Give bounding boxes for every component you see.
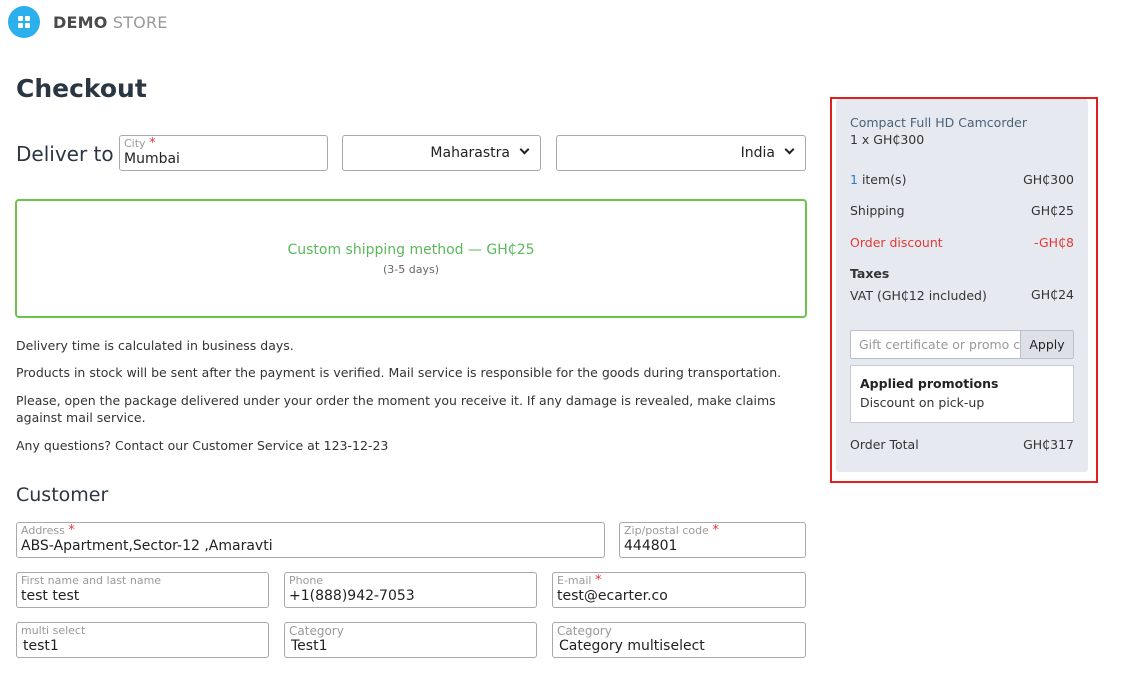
country-select-value: India xyxy=(740,145,775,161)
applied-promotions: Applied promotions Discount on pick-up xyxy=(850,365,1074,423)
store-brand[interactable]: DEMO STORE xyxy=(53,13,168,32)
brand-bold: DEMO xyxy=(53,12,108,32)
multi-select-label: multi select xyxy=(21,624,86,637)
deliver-to-label: Deliver to xyxy=(16,142,114,166)
apply-promo-button[interactable]: Apply xyxy=(1020,331,1073,358)
info-text: Delivery time is calculated in business … xyxy=(16,338,294,353)
address-field-value: ABS-Apartment,Sector-12 ,Amaravti xyxy=(21,538,273,554)
brand-light: STORE xyxy=(112,12,168,32)
city-field-value: Mumbai xyxy=(124,151,180,167)
items-label: item(s) xyxy=(861,172,907,187)
promo-code-input[interactable]: Gift certificate or promo code xyxy=(859,337,1021,352)
multi-select-field[interactable]: multi select test1 xyxy=(16,622,269,658)
category-field-value: Test1 xyxy=(291,638,328,654)
info-text: Any questions? Contact our Customer Serv… xyxy=(16,438,389,453)
order-total-value: GH₵317 xyxy=(1023,437,1074,452)
name-field-label: First name and last name xyxy=(21,574,162,587)
deliver-to-row: Deliver to City * Mumbai Maharastra Indi… xyxy=(16,135,806,171)
shipping-method-days: (3-5 days) xyxy=(382,263,439,276)
store-logo-icon[interactable] xyxy=(8,6,40,38)
order-summary: Compact Full HD Camcorder 1 x GH₵300 1 i… xyxy=(836,99,1088,472)
order-total-label: Order Total xyxy=(850,437,919,452)
email-field-value: test@ecarter.co xyxy=(557,588,668,604)
product-name[interactable]: Compact Full HD Camcorder xyxy=(850,115,1027,130)
name-field[interactable]: First name and last name test test xyxy=(16,572,269,608)
category-field-label: Category xyxy=(289,624,344,638)
state-select-value: Maharastra xyxy=(430,145,510,161)
page-title: Checkout xyxy=(16,74,147,103)
shipping-value: GH₵25 xyxy=(1031,203,1074,218)
category-field[interactable]: Category Test1 xyxy=(284,622,537,658)
state-select[interactable]: Maharastra xyxy=(342,135,541,171)
store-header: DEMO STORE xyxy=(8,6,168,38)
phone-field-label: Phone xyxy=(289,574,324,587)
info-text: Please, open the package delivered under… xyxy=(16,393,776,425)
email-field[interactable]: E-mail * test@ecarter.co xyxy=(552,572,806,608)
applied-promotions-title: Applied promotions xyxy=(860,376,999,391)
city-field-label: City * xyxy=(124,136,156,151)
zip-field-label: Zip/postal code * xyxy=(624,523,719,538)
email-field-label: E-mail * xyxy=(557,573,602,588)
category-multiselect-field[interactable]: Category Category multiselect xyxy=(552,622,806,658)
taxes-heading: Taxes xyxy=(850,266,890,281)
promo-code-form: Gift certificate or promo code Apply xyxy=(850,330,1074,359)
product-quantity: 1 x GH₵300 xyxy=(850,132,925,147)
name-field-value: test test xyxy=(21,588,80,604)
multi-select-value: test1 xyxy=(23,638,59,654)
vat-label: VAT (GH₵12 included) xyxy=(850,288,987,303)
items-value: GH₵300 xyxy=(1023,172,1074,187)
phone-field[interactable]: Phone +1(888)942-7053 xyxy=(284,572,537,608)
info-text: Products in stock will be sent after the… xyxy=(16,365,782,380)
zip-field[interactable]: Zip/postal code * 444801 xyxy=(619,522,806,558)
shipping-label: Shipping xyxy=(850,203,905,218)
address-field-label: Address * xyxy=(21,523,75,538)
applied-promotion-item: Discount on pick-up xyxy=(860,395,985,410)
category-multiselect-value: Category multiselect xyxy=(559,638,705,654)
zip-field-value: 444801 xyxy=(624,538,678,554)
chevron-down-icon xyxy=(519,144,530,155)
phone-field-value: +1(888)942-7053 xyxy=(289,588,415,604)
shipping-method-option[interactable]: Custom shipping method — GH₵25 (3-5 days… xyxy=(15,199,807,318)
address-field[interactable]: Address * ABS-Apartment,Sector-12 ,Amara… xyxy=(16,522,605,558)
items-count: 1 xyxy=(850,172,858,187)
customer-section-title: Customer xyxy=(16,484,109,506)
items-count-row: 1 item(s) xyxy=(850,172,906,187)
country-select[interactable]: India xyxy=(556,135,806,171)
chevron-down-icon xyxy=(784,144,795,155)
city-field[interactable]: City * Mumbai xyxy=(119,135,328,171)
category-multiselect-label: Category xyxy=(557,624,612,638)
vat-value: GH₵24 xyxy=(1031,287,1074,302)
discount-label: Order discount xyxy=(850,235,943,250)
shipping-method-name: Custom shipping method — GH₵25 xyxy=(287,242,535,258)
discount-value: -GH₵8 xyxy=(1034,235,1074,250)
